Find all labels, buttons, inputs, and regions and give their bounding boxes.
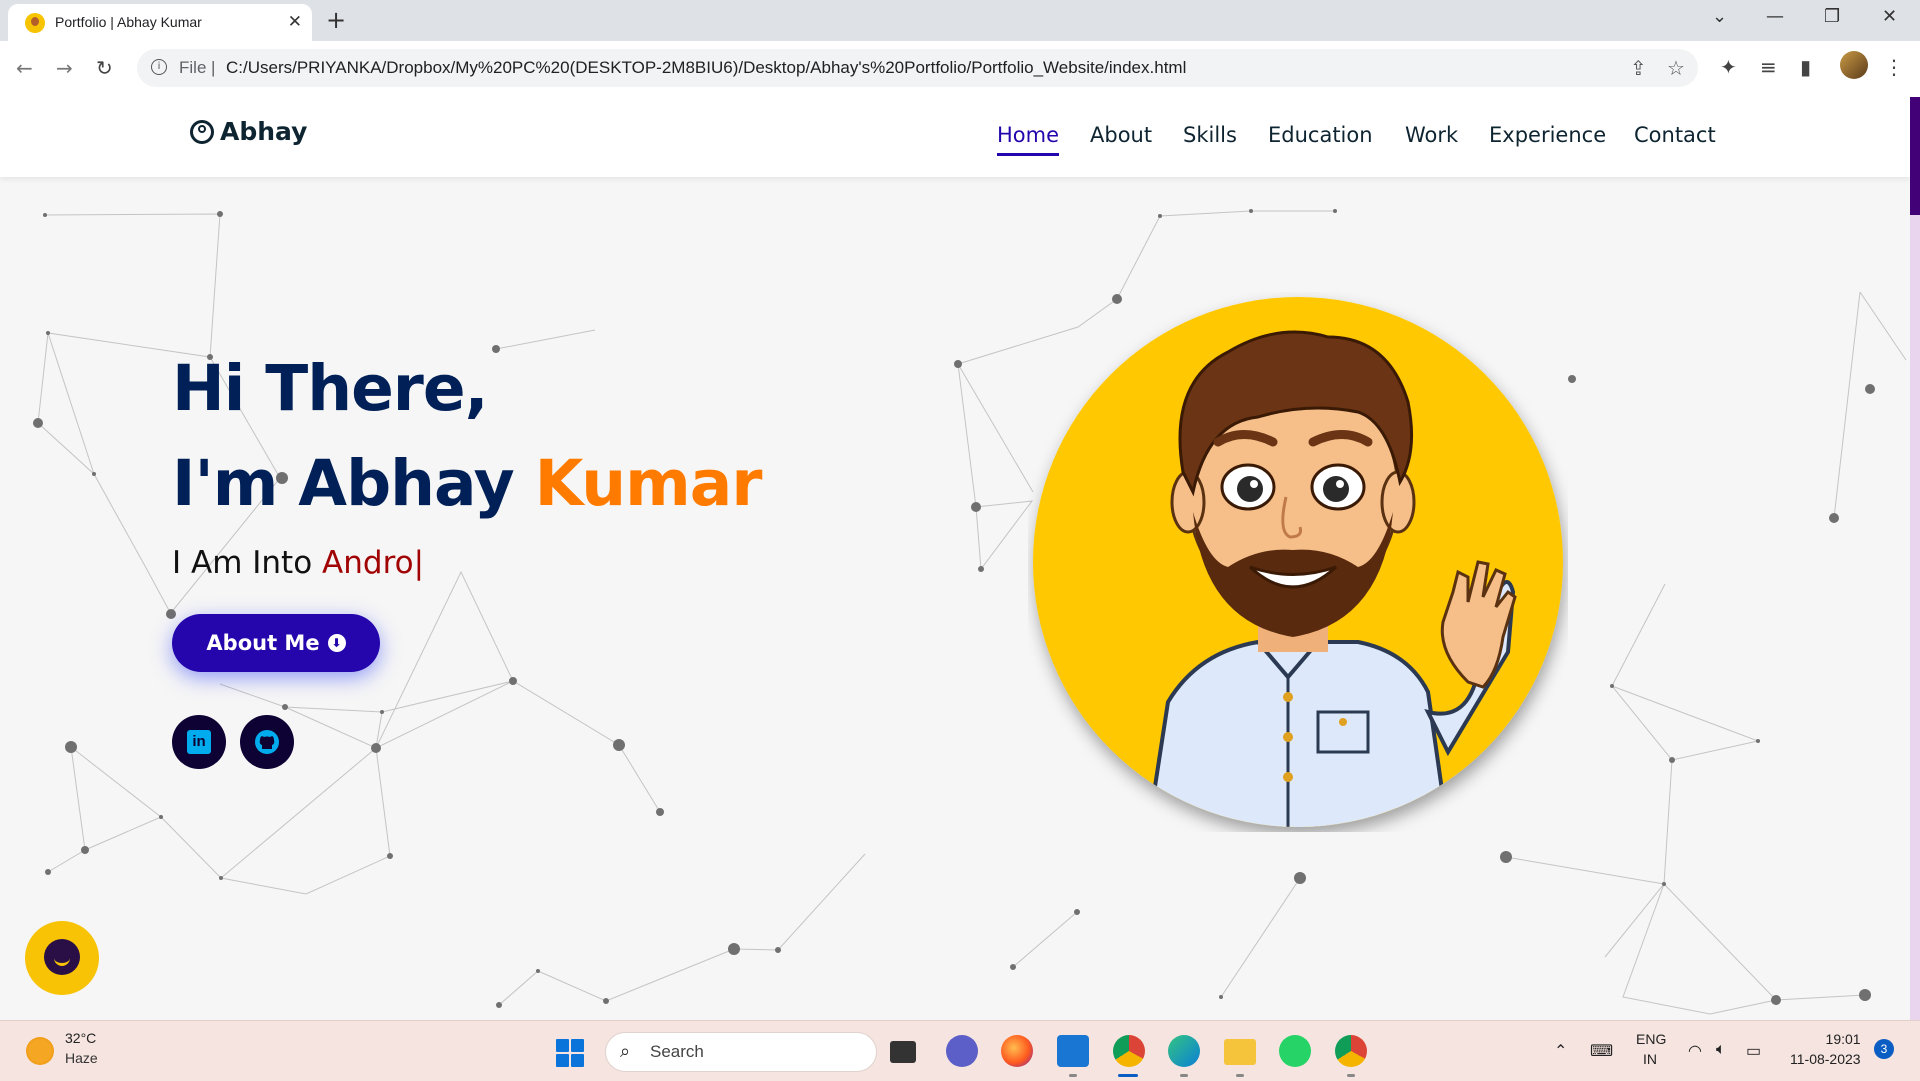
edge-icon[interactable] xyxy=(1168,1035,1200,1067)
linkedin-button[interactable]: in xyxy=(172,715,226,769)
about-me-label: About Me xyxy=(206,631,320,655)
clock-time: 19:01 xyxy=(1825,1031,1861,1047)
reload-icon[interactable]: ↻ xyxy=(96,56,113,80)
chrome-profile-running-indicator xyxy=(1347,1074,1355,1077)
portfolio-page: Abhay Home About Skills Education Work E… xyxy=(0,97,1920,1020)
new-tab-button[interactable]: + xyxy=(326,6,346,34)
favicon-icon xyxy=(25,13,45,33)
scheme-label: File xyxy=(179,58,207,77)
logo-text: Abhay xyxy=(220,117,308,146)
url-bar[interactable]: i File | C:/Users/PRIYANKA/Dropbox/My%20… xyxy=(137,49,1698,87)
url-text[interactable]: C:/Users/PRIYANKA/Dropbox/My%20PC%20(DES… xyxy=(226,58,1186,78)
scheme-divider: | xyxy=(211,58,216,77)
close-window-icon[interactable]: ✕ xyxy=(1882,6,1897,27)
github-button[interactable] xyxy=(240,715,294,769)
hero-greeting: Hi There, xyxy=(172,352,489,425)
chat-widget-button[interactable] xyxy=(25,921,99,995)
search-icon: ⌕ xyxy=(620,1041,631,1062)
nav-skills[interactable]: Skills xyxy=(1183,123,1237,147)
task-view-icon[interactable] xyxy=(890,1041,916,1063)
restore-icon[interactable]: ❐ xyxy=(1824,6,1840,27)
firefox-icon[interactable] xyxy=(1001,1035,1033,1067)
tab-strip: Portfolio | Abhay Kumar ✕ + ⌄ — ❐ ✕ xyxy=(0,0,1920,41)
nav-education[interactable]: Education xyxy=(1268,123,1373,147)
forward-icon[interactable]: → xyxy=(56,56,73,80)
chat-bubble-icon xyxy=(44,939,80,975)
linkedin-icon: in xyxy=(187,730,211,754)
minimize-icon[interactable]: — xyxy=(1766,6,1784,27)
nav-about[interactable]: About xyxy=(1090,123,1152,147)
os-taskbar: 32°C Haze ⌕ Search ⌃ ⌨ ENG IN ◠ 🔈︎ ▭ 19:… xyxy=(0,1020,1920,1081)
mail-icon[interactable] xyxy=(1057,1035,1089,1067)
search-placeholder: Search xyxy=(650,1042,704,1061)
about-me-button[interactable]: About Me ⬇ xyxy=(172,614,380,672)
weather-haze-icon[interactable] xyxy=(26,1037,54,1065)
weather-condition[interactable]: Haze xyxy=(65,1050,98,1066)
github-icon xyxy=(255,730,279,754)
system-clock[interactable]: 19:01 11-08-2023 xyxy=(1790,1029,1861,1069)
intro-prefix: I Am Into xyxy=(172,545,313,581)
weather-temperature[interactable]: 32°C xyxy=(65,1030,96,1046)
media-control-icon[interactable]: ≡ xyxy=(1760,55,1777,79)
site-header: Abhay Home About Skills Education Work E… xyxy=(0,97,1910,177)
battery-icon[interactable]: ▭ xyxy=(1746,1041,1761,1061)
show-hidden-icons-icon[interactable]: ⌃ xyxy=(1554,1041,1567,1061)
hero-intro: I Am Into Andro| xyxy=(172,545,424,581)
profile-avatar[interactable] xyxy=(1840,51,1868,79)
taskbar-search[interactable]: ⌕ Search xyxy=(605,1032,877,1072)
clock-date: 11-08-2023 xyxy=(1790,1051,1861,1067)
chrome-profile-icon[interactable] xyxy=(1335,1035,1367,1067)
notification-count-badge[interactable]: 3 xyxy=(1874,1039,1894,1059)
chrome-active-indicator xyxy=(1118,1074,1138,1077)
site-info-icon[interactable]: i xyxy=(151,59,167,75)
nav-contact[interactable]: Contact xyxy=(1634,123,1716,147)
mail-running-indicator xyxy=(1069,1074,1077,1077)
bookmark-star-icon[interactable]: ☆ xyxy=(1667,56,1685,80)
site-logo[interactable]: Abhay xyxy=(190,117,307,146)
hero-name-highlight: Kumar xyxy=(534,447,763,520)
nav-home[interactable]: Home xyxy=(997,123,1060,156)
region-code[interactable]: IN xyxy=(1643,1051,1657,1067)
edge-running-indicator xyxy=(1180,1074,1188,1077)
windows-start-icon[interactable] xyxy=(556,1039,584,1067)
share-icon[interactable]: ⇪ xyxy=(1630,56,1647,80)
scrollbar-thumb[interactable] xyxy=(1910,97,1920,215)
teams-chat-icon[interactable] xyxy=(946,1035,978,1067)
wifi-icon[interactable]: ◠ xyxy=(1688,1041,1702,1061)
menu-kebab-icon[interactable]: ⋮ xyxy=(1884,55,1904,79)
tab-title: Portfolio | Abhay Kumar xyxy=(55,14,202,30)
nav-work[interactable]: Work xyxy=(1405,123,1458,147)
language-code[interactable]: ENG xyxy=(1636,1031,1666,1047)
side-panel-icon[interactable]: ▮ xyxy=(1800,55,1811,79)
intro-typed-text: Andro| xyxy=(322,545,425,581)
volume-icon[interactable]: 🔈︎ xyxy=(1716,1041,1726,1059)
tab-close-icon[interactable]: ✕ xyxy=(288,12,302,32)
address-toolbar: ← → ↻ i File | C:/Users/PRIYANKA/Dropbox… xyxy=(0,41,1920,98)
arrow-down-circle-icon: ⬇ xyxy=(327,634,346,652)
file-explorer-icon[interactable] xyxy=(1224,1039,1256,1065)
page-scrollbar[interactable] xyxy=(1910,97,1920,1020)
user-circle-icon xyxy=(190,119,214,144)
hero-name-prefix: I'm Abhay xyxy=(172,447,515,520)
hero-name: I'm Abhay Kumar xyxy=(172,447,763,520)
browser-tab[interactable]: Portfolio | Abhay Kumar ✕ xyxy=(8,4,312,41)
explorer-running-indicator xyxy=(1236,1074,1244,1077)
whatsapp-icon[interactable] xyxy=(1279,1035,1311,1067)
nav-experience[interactable]: Experience xyxy=(1489,123,1606,147)
extensions-icon[interactable]: ✦ xyxy=(1720,55,1737,79)
hero-avatar xyxy=(1033,297,1563,827)
chrome-icon[interactable] xyxy=(1113,1035,1145,1067)
tab-search-icon[interactable]: ⌄ xyxy=(1712,6,1727,27)
keyboard-icon[interactable]: ⌨ xyxy=(1590,1041,1613,1061)
back-icon[interactable]: ← xyxy=(16,56,33,80)
